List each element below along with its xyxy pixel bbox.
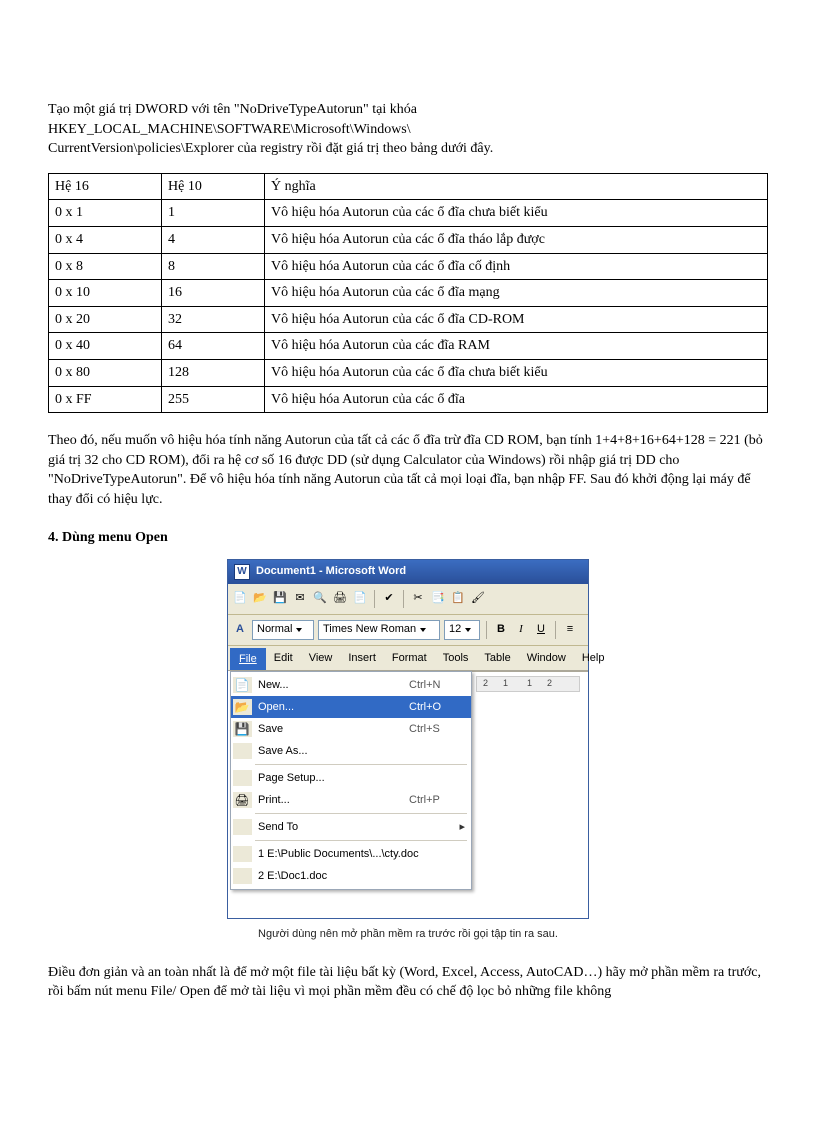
menu-item-sendto[interactable]: Send To ▸	[231, 816, 471, 838]
blank-icon	[233, 846, 252, 862]
intro-paragraph: Tạo một giá trị DWORD với tên "NoDriveTy…	[48, 100, 768, 159]
table-row: 0 x 11Vô hiệu hóa Autorun của các ổ đĩa …	[49, 200, 768, 227]
menu-separator	[255, 813, 467, 814]
table-row: 0 x 80128Vô hiệu hóa Autorun của các ổ đ…	[49, 359, 768, 386]
menu-tools[interactable]: Tools	[435, 648, 477, 670]
bold-button[interactable]: B	[493, 622, 509, 638]
word-titlebar[interactable]: W Document1 - Microsoft Word	[228, 560, 588, 584]
menu-separator	[255, 840, 467, 841]
mail-icon[interactable]: ✉	[292, 591, 308, 607]
th-desc: Ý nghĩa	[265, 173, 768, 200]
chevron-down-icon	[465, 628, 471, 632]
intro-line3: CurrentVersion\policies\Explorer của reg…	[48, 141, 493, 156]
style-icon[interactable]: A	[232, 622, 248, 638]
chevron-down-icon	[420, 628, 426, 632]
toolbar-divider	[403, 590, 404, 608]
style-dropdown[interactable]: Normal	[252, 620, 314, 639]
new-icon[interactable]: 📄	[232, 591, 248, 607]
menubar: File Edit View Insert Format Tools Table…	[228, 646, 588, 670]
new-doc-icon: 📄	[233, 677, 252, 693]
menu-item-new[interactable]: 📄 New... Ctrl+N	[231, 674, 471, 696]
ruler: 2 1 1 2	[476, 676, 580, 692]
align-left-icon[interactable]: ≡	[562, 622, 578, 638]
table-row: 0 x 44Vô hiệu hóa Autorun của các ổ đĩa …	[49, 226, 768, 253]
table-header-row: Hệ 16 Hệ 10 Ý nghĩa	[49, 173, 768, 200]
ruler-area: 2 1 1 2	[468, 671, 588, 708]
toolbar-divider	[374, 590, 375, 608]
italic-button[interactable]: I	[513, 622, 529, 638]
menu-item-pagesetup[interactable]: Page Setup...	[231, 767, 471, 789]
spelling-icon[interactable]: ✔	[381, 591, 397, 607]
table-row: 0 x 4064Vô hiệu hóa Autorun của các đĩa …	[49, 333, 768, 360]
file-dropdown: 📄 New... Ctrl+N 📂 Open... Ctrl+O 💾 Save …	[230, 671, 472, 890]
autorun-values-table: Hệ 16 Hệ 10 Ý nghĩa 0 x 11Vô hiệu hóa Au…	[48, 173, 768, 413]
table-row: 0 x 88Vô hiệu hóa Autorun của các ổ đĩa …	[49, 253, 768, 280]
open-icon[interactable]: 📂	[252, 591, 268, 607]
copy-icon[interactable]: 📑	[430, 591, 446, 607]
word-doc-icon: W	[234, 564, 250, 580]
menu-file[interactable]: File	[230, 648, 266, 670]
menu-help[interactable]: Help	[574, 648, 613, 670]
size-dropdown[interactable]: 12	[444, 620, 480, 639]
standard-toolbar: 📄 📂 💾 ✉ 🔍 🖨 📄 ✔ ✂ 📑 📋 🖌	[228, 584, 588, 615]
search-icon[interactable]: 🔍	[312, 591, 328, 607]
blank-icon	[233, 770, 252, 786]
menu-edit[interactable]: Edit	[266, 648, 301, 670]
font-dropdown[interactable]: Times New Roman	[318, 620, 440, 639]
format-painter-icon[interactable]: 🖌	[470, 591, 486, 607]
preview-icon[interactable]: 📄	[352, 591, 368, 607]
explanation-paragraph: Theo đó, nếu muốn vô hiệu hóa tính năng …	[48, 431, 768, 509]
table-row: 0 x 1016Vô hiệu hóa Autorun của các ổ đĩ…	[49, 280, 768, 307]
floppy-icon: 💾	[233, 721, 252, 737]
screenshot-caption: Người dùng nên mở phần mềm ra trước rồi …	[48, 927, 768, 942]
formatting-toolbar: A Normal Times New Roman 12 B I U ≡	[228, 615, 588, 646]
menu-table[interactable]: Table	[476, 648, 518, 670]
blank-icon	[233, 868, 252, 884]
table-row: 0 x 2032Vô hiệu hóa Autorun của các ổ đĩ…	[49, 306, 768, 333]
intro-line2: HKEY_LOCAL_MACHINE\SOFTWARE\Microsoft\Wi…	[48, 122, 411, 137]
th-dec: Hệ 10	[162, 173, 265, 200]
cut-icon[interactable]: ✂	[410, 591, 426, 607]
menu-window[interactable]: Window	[519, 648, 574, 670]
underline-button[interactable]: U	[533, 622, 549, 638]
toolbar-divider	[486, 621, 487, 639]
word-title-text: Document1 - Microsoft Word	[256, 564, 406, 579]
menu-item-print[interactable]: 🖨 Print... Ctrl+P	[231, 789, 471, 811]
menu-view[interactable]: View	[301, 648, 341, 670]
save-icon[interactable]: 💾	[272, 591, 288, 607]
blank-icon	[233, 743, 252, 759]
menu-insert[interactable]: Insert	[340, 648, 384, 670]
paste-icon[interactable]: 📋	[450, 591, 466, 607]
printer-icon: 🖨	[233, 792, 252, 808]
menu-item-open[interactable]: 📂 Open... Ctrl+O	[231, 696, 471, 718]
menu-item-save[interactable]: 💾 Save Ctrl+S	[231, 718, 471, 740]
toolbar-divider	[555, 621, 556, 639]
menu-separator	[255, 764, 467, 765]
th-hex: Hệ 16	[49, 173, 162, 200]
submenu-arrow-icon: ▸	[459, 820, 465, 835]
section-4-title: 4. Dùng menu Open	[48, 528, 768, 548]
menu-format[interactable]: Format	[384, 648, 435, 670]
menu-item-recent2[interactable]: 2 E:\Doc1.doc	[231, 865, 471, 887]
table-row: 0 x FF255Vô hiệu hóa Autorun của các ổ đ…	[49, 386, 768, 413]
closing-paragraph: Điều đơn giản và an toàn nhất là để mở m…	[48, 963, 768, 1002]
intro-line1: Tạo một giá trị DWORD với tên "NoDriveTy…	[48, 102, 417, 117]
menu-item-recent1[interactable]: 1 E:\Public Documents\...\cty.doc	[231, 843, 471, 865]
word-screenshot: W Document1 - Microsoft Word 📄 📂 💾 ✉ 🔍 🖨…	[227, 559, 589, 919]
chevron-down-icon	[296, 628, 302, 632]
blank-icon	[233, 819, 252, 835]
print-icon[interactable]: 🖨	[332, 591, 348, 607]
menu-item-saveas[interactable]: Save As...	[231, 740, 471, 762]
open-folder-icon: 📂	[233, 699, 252, 715]
